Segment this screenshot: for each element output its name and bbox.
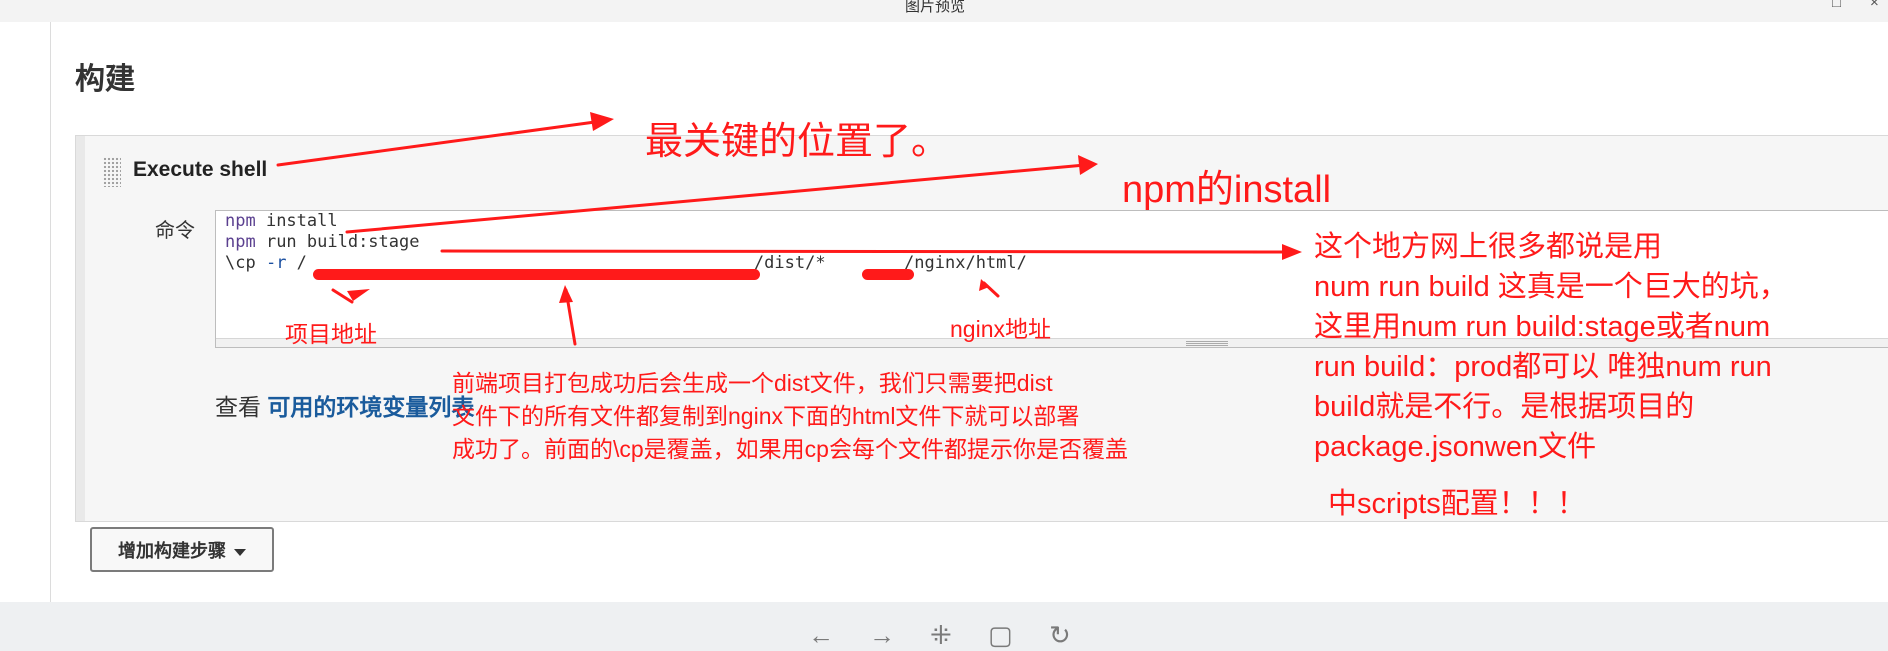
annotation-npm-install: npm的install (1122, 169, 1332, 211)
annotation-scripts-note: 中scripts配置！！！ (1328, 488, 1586, 520)
annotation-dist-note: 前端项目打包成功后会生成一个dist文件，我们只需要把dist 文件下的所有文件… (452, 367, 1128, 466)
arrowhead (590, 112, 614, 131)
dist-note-line: 成功了。前面的\cp是覆盖，如果用cp会每个文件都提示你是否覆盖 (452, 436, 1128, 462)
build-note-line: run build：prod都可以 唯独num run (1314, 351, 1772, 383)
annotation-project-address: 项目地址 (285, 321, 377, 347)
build-note-line: num run build 这真是一个巨大的坑， (1314, 271, 1788, 303)
build-note-line: package.jsonwen文件 (1314, 431, 1597, 463)
build-note-line: 这个地方网上很多都说是用 (1314, 231, 1663, 263)
dist-note-line: 前端项目打包成功后会生成一个dist文件，我们只需要把dist (452, 370, 1053, 396)
dist-note-line: 文件下的所有文件都复制到nginx下面的html文件下就可以部署 (452, 403, 1080, 429)
annotation-build-note: 这个地方网上很多都说是用 num run build 这真是一个巨大的坑， 这里… (1314, 227, 1788, 467)
annotation-key-position: 最关键的位置了。 (645, 121, 950, 163)
build-note-line: 这里用num run build:stage或者num (1314, 311, 1771, 343)
arrowhead (347, 289, 370, 301)
arrow-build-stage (440, 249, 1286, 254)
arrow-npm-install (345, 163, 1087, 234)
arrowhead (1078, 155, 1098, 175)
build-note-line: build就是不行。是根据项目的 (1314, 391, 1695, 423)
arrowhead (559, 285, 573, 303)
arrow-execute-shell (276, 120, 597, 167)
annotation-nginx-address: nginx地址 (950, 316, 1051, 342)
arrowhead (1282, 244, 1302, 260)
